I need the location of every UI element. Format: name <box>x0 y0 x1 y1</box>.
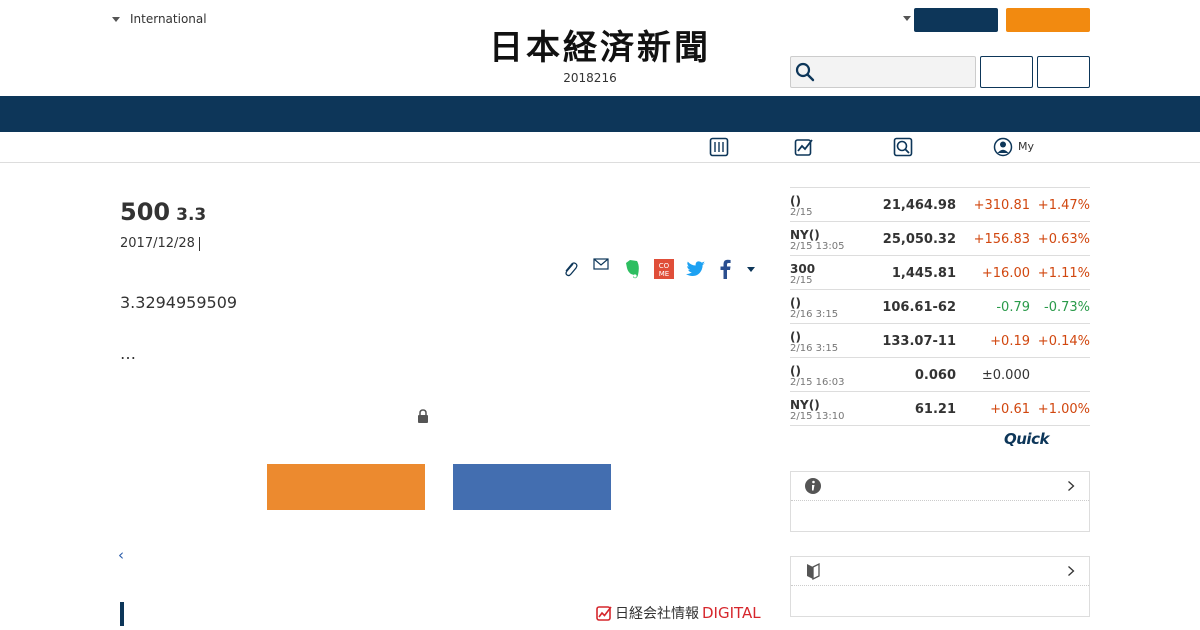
article-ellipsis: … <box>120 344 136 363</box>
caret-down-icon <box>112 16 120 22</box>
market-time: 2/15 13:10 <box>790 411 845 422</box>
market-row[interactable]: () 2/16 3:15 133.07-11 +0.19 +0.14% <box>790 324 1090 358</box>
market-change: -0.79 <box>996 300 1030 315</box>
market-row[interactable]: NY() 2/15 13:10 61.21 +0.61 +1.00% <box>790 392 1090 426</box>
market-value: 133.07-11 <box>882 334 956 349</box>
market-change: +156.83 <box>973 232 1030 247</box>
facebook-icon[interactable] <box>718 258 732 280</box>
market-percent: +0.14% <box>1037 334 1090 349</box>
market-change: ±0.000 <box>981 368 1030 383</box>
article-title-sub: 3.3 <box>176 205 207 225</box>
market-change: +16.00 <box>981 266 1030 281</box>
clip-icon[interactable] <box>562 258 578 280</box>
article-date: 2017/12/28 <box>120 236 200 251</box>
market-change: +310.81 <box>973 198 1030 213</box>
market-percent: -0.73% <box>1044 300 1090 315</box>
login-cta-button[interactable] <box>453 464 611 510</box>
subscribe-button[interactable] <box>1006 8 1090 32</box>
info-panel-header[interactable] <box>791 472 1089 501</box>
my-menu-label[interactable]: My <box>1018 140 1034 153</box>
market-name: () <box>790 364 801 378</box>
chart-icon[interactable] <box>794 137 814 157</box>
market-value: 1,445.81 <box>891 266 956 281</box>
market-percent: +1.00% <box>1037 402 1090 417</box>
article-date-text: 2017/12/28 <box>120 236 195 251</box>
market-percent: +0.63% <box>1037 232 1090 247</box>
market-row[interactable]: () 2/15 16:03 0.060 ±0.000 <box>790 358 1090 392</box>
svg-text:CO: CO <box>659 262 670 270</box>
article-body: 3.3294959509 <box>120 293 238 312</box>
nikkei-company-info-digital-logo[interactable]: 日経会社情報 DIGITAL <box>596 603 761 623</box>
site-header: International 日本経済新聞 2018216 <box>0 0 1200 96</box>
info-icon <box>805 478 821 494</box>
market-name: () <box>790 194 801 208</box>
market-row[interactable]: () 2/16 3:15 106.61-62 -0.79 -0.73% <box>790 290 1090 324</box>
beginner-icon <box>807 562 820 580</box>
market-name: () <box>790 330 801 344</box>
edition-label: International <box>130 12 207 26</box>
market-time: 2/16 3:15 <box>790 309 839 320</box>
market-change: +0.19 <box>990 334 1030 349</box>
market-name: NY() <box>790 228 820 242</box>
come-icon[interactable]: CO ME <box>653 258 675 280</box>
market-time: 2/15 <box>790 275 813 286</box>
mail-icon[interactable] <box>593 258 609 280</box>
beginner-panel <box>790 556 1090 617</box>
market-percent: +1.11% <box>1037 266 1090 281</box>
market-data-table: () 2/15 21,464.98 +310.81 +1.47% NY() 2/15 13:… <box>790 187 1090 426</box>
date-divider <box>198 236 200 251</box>
footer-brand-prefix: 日経会社情報 <box>615 606 699 622</box>
lock-icon <box>418 409 428 423</box>
market-value: 61.21 <box>914 402 956 417</box>
login-button[interactable] <box>914 8 998 32</box>
header-date: 2018216 <box>563 71 617 85</box>
chevron-right-icon <box>1068 566 1075 576</box>
market-time: 2/15 16:03 <box>790 377 845 388</box>
evernote-icon[interactable] <box>623 258 641 280</box>
article-title-main: 500 <box>120 198 171 226</box>
subscribe-cta-button[interactable] <box>267 464 425 510</box>
search-input[interactable] <box>790 56 976 88</box>
market-time: 2/16 3:15 <box>790 343 839 354</box>
market-name: () <box>790 296 801 310</box>
quick-provider-logo[interactable]: Quick <box>1004 430 1049 448</box>
market-row[interactable]: NY() 2/15 13:05 25,050.32 +156.83 +0.63% <box>790 222 1090 256</box>
market-row[interactable]: 300 2/15 1,445.81 +16.00 +1.11% <box>790 256 1090 290</box>
screening-icon[interactable] <box>893 137 913 157</box>
twitter-icon[interactable] <box>685 258 707 280</box>
edition-selector[interactable]: International <box>112 12 207 26</box>
user-icon[interactable] <box>993 137 1013 157</box>
market-change: +0.61 <box>990 402 1030 417</box>
market-value: 0.060 <box>914 368 956 383</box>
nikkei-chart-logo-icon <box>596 606 612 621</box>
search-icon[interactable] <box>795 62 815 82</box>
search-type-button[interactable] <box>980 56 1033 88</box>
market-time: 2/15 <box>790 207 813 218</box>
site-logo[interactable]: 日本経済新聞 <box>452 28 748 68</box>
market-row[interactable]: () 2/15 21,464.98 +310.81 +1.47% <box>790 188 1090 222</box>
search-submit-button[interactable] <box>1037 56 1090 88</box>
section-heading-bar <box>120 602 124 626</box>
back-link[interactable]: ‹ <box>118 546 124 564</box>
market-name: NY() <box>790 398 820 412</box>
market-name: 300 <box>790 262 816 276</box>
svg-text:ME: ME <box>659 270 669 278</box>
market-value: 25,050.32 <box>882 232 956 247</box>
info-panel <box>790 471 1090 532</box>
market-value: 21,464.98 <box>882 198 956 213</box>
market-value: 106.61-62 <box>882 300 956 315</box>
portfolio-icon[interactable] <box>709 137 729 157</box>
article-title: 500 3.3 <box>120 198 206 226</box>
footer-brand-suffix: DIGITAL <box>702 604 761 622</box>
market-time: 2/15 13:05 <box>790 241 845 252</box>
market-percent: +1.47% <box>1037 198 1090 213</box>
main-navigation <box>0 96 1200 132</box>
chevron-right-icon <box>1068 481 1075 491</box>
beginner-panel-header[interactable] <box>791 557 1089 586</box>
account-caret-icon[interactable] <box>903 16 911 21</box>
share-more-caret-icon[interactable] <box>747 267 755 272</box>
